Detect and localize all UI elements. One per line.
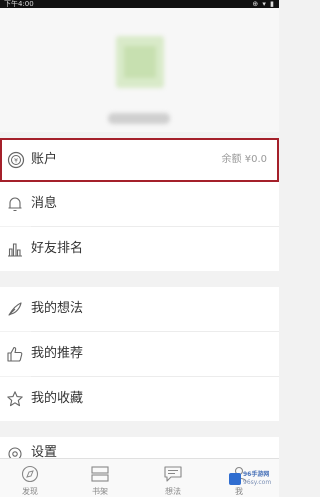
- svg-text:¥: ¥: [14, 158, 18, 165]
- menu-item-label: 我的想法: [31, 301, 84, 316]
- watermark-url: 96sy.com: [243, 479, 272, 486]
- watermark: 96手游网 96sy.com: [229, 470, 275, 490]
- status-bar: 下午4:00 ⊕ ▾ ▮: [0, 0, 279, 8]
- menu-item-messages[interactable]: 消息: [0, 182, 279, 226]
- tab-label: 想法: [165, 487, 181, 496]
- menu-item-account[interactable]: ¥ 账户 余额 ¥0.0: [0, 138, 279, 182]
- menu-item-friend-ranking[interactable]: 好友排名: [0, 227, 279, 271]
- menu-item-label: 我的推荐: [31, 346, 84, 361]
- menu-item-label: 我的收藏: [31, 391, 84, 406]
- tab-label: 发现: [22, 487, 38, 496]
- menu-item-my-recommendations[interactable]: 我的推荐: [0, 332, 279, 376]
- menu-item-label: 好友排名: [31, 241, 84, 256]
- tab-label: 书架: [92, 487, 108, 496]
- profile-nickname: [108, 113, 170, 124]
- watermark-title: 96手游网: [243, 471, 270, 478]
- menu-item-label: 消息: [31, 196, 58, 211]
- account-balance: 余额 ¥0.0: [221, 154, 267, 165]
- profile-header[interactable]: [0, 8, 279, 132]
- compass-icon: [21, 465, 39, 483]
- tab-bookshelf[interactable]: 书架: [75, 459, 125, 497]
- status-time: 下午4:00: [4, 0, 34, 8]
- tab-thoughts[interactable]: 想法: [148, 459, 198, 497]
- coin-icon: ¥: [7, 151, 25, 169]
- menu-item-label: 账户: [31, 152, 58, 167]
- star-icon: [7, 391, 23, 407]
- tab-discover[interactable]: 发现: [5, 459, 55, 497]
- thumbs-up-icon: [7, 346, 23, 362]
- bell-icon: [8, 197, 22, 212]
- bar-chart-icon: [8, 243, 22, 257]
- chat-icon: [164, 466, 182, 482]
- bookshelf-icon: [91, 466, 109, 482]
- menu-item-my-thoughts[interactable]: 我的想法: [0, 287, 279, 331]
- feather-icon: [8, 302, 22, 316]
- watermark-logo-icon: [229, 473, 241, 485]
- avatar[interactable]: [116, 36, 164, 88]
- menu-item-my-favorites[interactable]: 我的收藏: [0, 377, 279, 421]
- status-system-icons: ⊕ ▾ ▮: [252, 0, 275, 8]
